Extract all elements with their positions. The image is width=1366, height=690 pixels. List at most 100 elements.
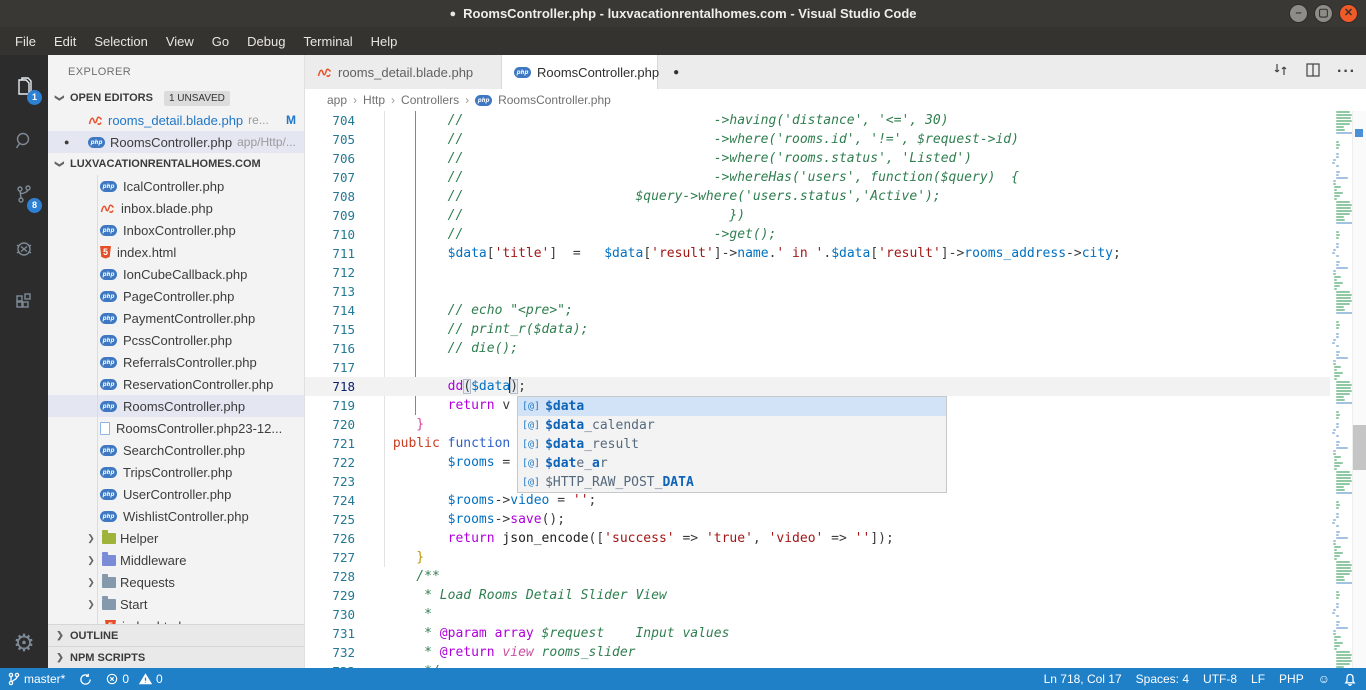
line-number[interactable]: 711 — [305, 246, 355, 261]
code-line[interactable]: 714 // echo "<pre>"; — [305, 301, 1330, 320]
line-number[interactable]: 718 — [305, 379, 355, 394]
status-indentation[interactable]: Spaces: 4 — [1136, 672, 1189, 686]
notifications-bell-icon[interactable] — [1344, 673, 1356, 686]
line-number[interactable]: 723 — [305, 474, 355, 489]
line-number[interactable]: 707 — [305, 170, 355, 185]
autocomplete-item[interactable]: [@]$data_calendar — [518, 416, 946, 435]
sync-button[interactable] — [79, 673, 92, 686]
code-line[interactable]: 709 // }) — [305, 206, 1330, 225]
line-number[interactable]: 722 — [305, 455, 355, 470]
section-outline[interactable]: ❯OUTLINE — [48, 624, 304, 646]
menu-file[interactable]: File — [6, 30, 45, 53]
open-editor-item[interactable]: ●phpRoomsController.phpapp/Http/... — [48, 131, 304, 153]
line-number[interactable]: 717 — [305, 360, 355, 375]
tree-file[interactable]: phpRoomsController.php — [48, 395, 304, 417]
source-control-icon[interactable]: 8 — [0, 171, 48, 219]
problems-status[interactable]: 0 0 — [106, 672, 162, 686]
line-number[interactable]: 730 — [305, 607, 355, 622]
tab-rooms_detail.blade.php[interactable]: rooms_detail.blade.php — [305, 55, 502, 89]
line-number[interactable]: 706 — [305, 151, 355, 166]
line-number[interactable]: 721 — [305, 436, 355, 451]
split-editor-icon[interactable] — [1305, 62, 1321, 83]
line-number[interactable]: 704 — [305, 113, 355, 128]
minimap[interactable] — [1331, 111, 1352, 668]
debug-icon[interactable] — [0, 225, 48, 273]
menu-debug[interactable]: Debug — [238, 30, 294, 53]
explorer-icon[interactable]: 1 — [0, 63, 48, 111]
code-line[interactable]: 716 // die(); — [305, 339, 1330, 358]
tree-file[interactable]: 5index.html — [48, 241, 304, 263]
line-number[interactable]: 705 — [305, 132, 355, 147]
open-editor-item[interactable]: rooms_detail.blade.phpre...M — [48, 109, 304, 131]
minimize-button[interactable]: – — [1289, 4, 1308, 23]
code-line[interactable]: 733 */ — [305, 662, 1330, 668]
code-line[interactable]: 711 $data['title'] = $data['result']->na… — [305, 244, 1330, 263]
menu-go[interactable]: Go — [203, 30, 238, 53]
menu-selection[interactable]: Selection — [85, 30, 156, 53]
tree-file[interactable]: phpIcalController.php — [48, 175, 304, 197]
code-line[interactable]: 713 — [305, 282, 1330, 301]
tree-file[interactable]: inbox.blade.php — [48, 197, 304, 219]
code-line[interactable]: 727 } — [305, 548, 1330, 567]
menu-help[interactable]: Help — [362, 30, 407, 53]
tree-file[interactable]: phpPcssController.php — [48, 329, 304, 351]
tree-file[interactable]: phpReservationController.php — [48, 373, 304, 395]
menu-terminal[interactable]: Terminal — [294, 30, 361, 53]
git-branch-status[interactable]: master* — [8, 672, 65, 686]
line-number[interactable]: 710 — [305, 227, 355, 242]
line-number[interactable]: 713 — [305, 284, 355, 299]
line-number[interactable]: 708 — [305, 189, 355, 204]
workspace-header[interactable]: ❯ LUXVACATIONRENTALHOMES.COM — [48, 153, 304, 175]
code-line[interactable]: 705 // ->where('rooms.id', '!=', $reques… — [305, 130, 1330, 149]
tree-folder[interactable]: ❯Start — [48, 593, 304, 615]
line-number[interactable]: 720 — [305, 417, 355, 432]
tree-file[interactable]: phpReferralsController.php — [48, 351, 304, 373]
tree-file[interactable]: phpPageController.php — [48, 285, 304, 307]
line-number[interactable]: 725 — [305, 512, 355, 527]
line-number[interactable]: 716 — [305, 341, 355, 356]
code-line[interactable]: 724 $rooms->video = ''; — [305, 491, 1330, 510]
line-number[interactable]: 726 — [305, 531, 355, 546]
tree-file[interactable]: phpInboxController.php — [48, 219, 304, 241]
line-number[interactable]: 712 — [305, 265, 355, 280]
line-number[interactable]: 729 — [305, 588, 355, 603]
code-line[interactable]: 726 return json_encode(['success' => 'tr… — [305, 529, 1330, 548]
code-line[interactable]: 704 // ->having('distance', '<=', 30) — [305, 111, 1330, 130]
code-line[interactable]: 708 // $query->where('users.status','Act… — [305, 187, 1330, 206]
breadcrumb-item[interactable]: Http — [363, 93, 385, 107]
autocomplete-item[interactable]: [@]$date_ar — [518, 454, 946, 473]
line-number[interactable]: 732 — [305, 645, 355, 660]
code-line[interactable]: 718 dd($data); — [305, 377, 1330, 396]
tree-folder[interactable]: ❯Helper — [48, 527, 304, 549]
tree-file[interactable]: phpSearchController.php — [48, 439, 304, 461]
code-line[interactable]: 728 /** — [305, 567, 1330, 586]
tree-file[interactable]: 5index.html — [48, 615, 304, 624]
line-number[interactable]: 724 — [305, 493, 355, 508]
autocomplete-item[interactable]: [@]$HTTP_RAW_POST_DATA — [518, 473, 946, 492]
status-cursor-position[interactable]: Ln 718, Col 17 — [1044, 672, 1122, 686]
menu-view[interactable]: View — [157, 30, 203, 53]
tree-file[interactable]: phpWishlistController.php — [48, 505, 304, 527]
code-line[interactable]: 710 // ->get(); — [305, 225, 1330, 244]
close-button[interactable]: ✕ — [1339, 4, 1358, 23]
line-number[interactable]: 733 — [305, 664, 355, 668]
feedback-smiley-icon[interactable]: ☺ — [1318, 672, 1330, 686]
tab-RoomsController.php[interactable]: phpRoomsController.php● — [502, 55, 658, 89]
tree-file[interactable]: phpIonCubeCallback.php — [48, 263, 304, 285]
tree-file[interactable]: phpPaymentController.php — [48, 307, 304, 329]
code-editor[interactable]: 704 // ->having('distance', '<=', 30)705… — [305, 111, 1366, 668]
line-number[interactable]: 728 — [305, 569, 355, 584]
code-line[interactable]: 732 * @return view rooms_slider — [305, 643, 1330, 662]
breadcrumb-item[interactable]: RoomsController.php — [498, 93, 611, 107]
tree-file[interactable]: phpUserController.php — [48, 483, 304, 505]
search-icon[interactable] — [0, 117, 48, 165]
code-line[interactable]: 729 * Load Rooms Detail Slider View — [305, 586, 1330, 605]
code-line[interactable]: 731 * @param array $request Input values — [305, 624, 1330, 643]
tree-file[interactable]: phpTripsController.php — [48, 461, 304, 483]
more-actions-icon[interactable]: ··· — [1337, 63, 1356, 81]
tree-folder[interactable]: ❯Requests — [48, 571, 304, 593]
status-encoding[interactable]: UTF-8 — [1203, 672, 1237, 686]
open-editors-header[interactable]: ❯ OPEN EDITORS 1 UNSAVED — [48, 87, 304, 109]
status-language-mode[interactable]: PHP — [1279, 672, 1304, 686]
menu-edit[interactable]: Edit — [45, 30, 85, 53]
